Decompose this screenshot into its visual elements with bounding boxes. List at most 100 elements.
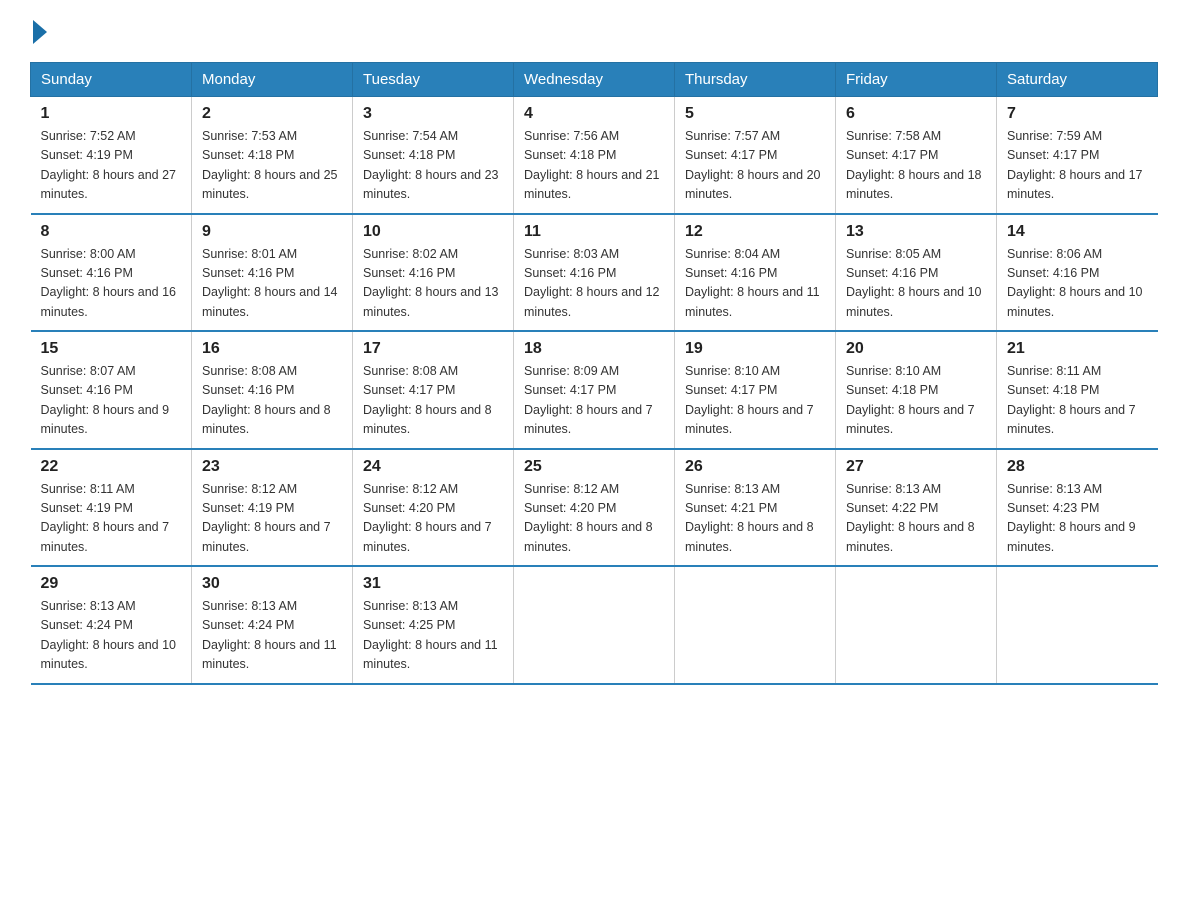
day-info: Sunrise: 8:10 AM Sunset: 4:18 PM Dayligh… [846, 362, 986, 440]
calendar-cell [997, 566, 1158, 684]
day-number: 24 [363, 458, 503, 476]
calendar-cell: 19 Sunrise: 8:10 AM Sunset: 4:17 PM Dayl… [675, 331, 836, 449]
day-info: Sunrise: 7:52 AM Sunset: 4:19 PM Dayligh… [41, 127, 182, 205]
day-info: Sunrise: 8:00 AM Sunset: 4:16 PM Dayligh… [41, 245, 182, 323]
calendar-cell: 31 Sunrise: 8:13 AM Sunset: 4:25 PM Dayl… [353, 566, 514, 684]
calendar-cell: 1 Sunrise: 7:52 AM Sunset: 4:19 PM Dayli… [31, 97, 192, 214]
calendar-cell: 24 Sunrise: 8:12 AM Sunset: 4:20 PM Dayl… [353, 449, 514, 567]
calendar-cell: 5 Sunrise: 7:57 AM Sunset: 4:17 PM Dayli… [675, 97, 836, 214]
day-info: Sunrise: 7:53 AM Sunset: 4:18 PM Dayligh… [202, 127, 342, 205]
calendar-cell: 26 Sunrise: 8:13 AM Sunset: 4:21 PM Dayl… [675, 449, 836, 567]
day-number: 26 [685, 458, 825, 476]
day-number: 17 [363, 340, 503, 358]
day-number: 4 [524, 105, 664, 123]
day-number: 27 [846, 458, 986, 476]
day-number: 1 [41, 105, 182, 123]
calendar-table: SundayMondayTuesdayWednesdayThursdayFrid… [30, 62, 1158, 685]
day-info: Sunrise: 8:03 AM Sunset: 4:16 PM Dayligh… [524, 245, 664, 323]
day-info: Sunrise: 8:12 AM Sunset: 4:20 PM Dayligh… [524, 480, 664, 558]
day-header-monday: Monday [192, 63, 353, 97]
day-number: 2 [202, 105, 342, 123]
logo-arrow-icon [33, 20, 47, 44]
day-number: 29 [41, 575, 182, 593]
day-info: Sunrise: 8:12 AM Sunset: 4:20 PM Dayligh… [363, 480, 503, 558]
day-info: Sunrise: 8:07 AM Sunset: 4:16 PM Dayligh… [41, 362, 182, 440]
calendar-cell: 16 Sunrise: 8:08 AM Sunset: 4:16 PM Dayl… [192, 331, 353, 449]
day-info: Sunrise: 7:57 AM Sunset: 4:17 PM Dayligh… [685, 127, 825, 205]
calendar-cell: 29 Sunrise: 8:13 AM Sunset: 4:24 PM Dayl… [31, 566, 192, 684]
calendar-cell: 28 Sunrise: 8:13 AM Sunset: 4:23 PM Dayl… [997, 449, 1158, 567]
calendar-cell: 12 Sunrise: 8:04 AM Sunset: 4:16 PM Dayl… [675, 214, 836, 332]
day-header-saturday: Saturday [997, 63, 1158, 97]
day-number: 10 [363, 223, 503, 241]
day-info: Sunrise: 7:56 AM Sunset: 4:18 PM Dayligh… [524, 127, 664, 205]
day-number: 11 [524, 223, 664, 241]
calendar-cell: 15 Sunrise: 8:07 AM Sunset: 4:16 PM Dayl… [31, 331, 192, 449]
day-number: 19 [685, 340, 825, 358]
day-info: Sunrise: 7:59 AM Sunset: 4:17 PM Dayligh… [1007, 127, 1148, 205]
day-number: 14 [1007, 223, 1148, 241]
calendar-week-row: 8 Sunrise: 8:00 AM Sunset: 4:16 PM Dayli… [31, 214, 1158, 332]
day-info: Sunrise: 8:05 AM Sunset: 4:16 PM Dayligh… [846, 245, 986, 323]
day-number: 9 [202, 223, 342, 241]
calendar-week-row: 29 Sunrise: 8:13 AM Sunset: 4:24 PM Dayl… [31, 566, 1158, 684]
calendar-cell [836, 566, 997, 684]
logo [30, 20, 50, 44]
day-number: 18 [524, 340, 664, 358]
calendar-cell: 17 Sunrise: 8:08 AM Sunset: 4:17 PM Dayl… [353, 331, 514, 449]
page-header [30, 20, 1158, 44]
calendar-cell: 13 Sunrise: 8:05 AM Sunset: 4:16 PM Dayl… [836, 214, 997, 332]
day-number: 20 [846, 340, 986, 358]
calendar-cell: 21 Sunrise: 8:11 AM Sunset: 4:18 PM Dayl… [997, 331, 1158, 449]
day-info: Sunrise: 7:58 AM Sunset: 4:17 PM Dayligh… [846, 127, 986, 205]
day-info: Sunrise: 8:11 AM Sunset: 4:18 PM Dayligh… [1007, 362, 1148, 440]
day-header-sunday: Sunday [31, 63, 192, 97]
day-info: Sunrise: 8:13 AM Sunset: 4:24 PM Dayligh… [202, 597, 342, 675]
calendar-week-row: 15 Sunrise: 8:07 AM Sunset: 4:16 PM Dayl… [31, 331, 1158, 449]
day-number: 23 [202, 458, 342, 476]
calendar-cell: 3 Sunrise: 7:54 AM Sunset: 4:18 PM Dayli… [353, 97, 514, 214]
day-header-wednesday: Wednesday [514, 63, 675, 97]
calendar-cell: 18 Sunrise: 8:09 AM Sunset: 4:17 PM Dayl… [514, 331, 675, 449]
day-number: 30 [202, 575, 342, 593]
calendar-cell: 7 Sunrise: 7:59 AM Sunset: 4:17 PM Dayli… [997, 97, 1158, 214]
day-info: Sunrise: 8:13 AM Sunset: 4:25 PM Dayligh… [363, 597, 503, 675]
day-number: 3 [363, 105, 503, 123]
day-number: 22 [41, 458, 182, 476]
day-number: 6 [846, 105, 986, 123]
day-number: 12 [685, 223, 825, 241]
calendar-cell: 25 Sunrise: 8:12 AM Sunset: 4:20 PM Dayl… [514, 449, 675, 567]
day-number: 28 [1007, 458, 1148, 476]
calendar-cell: 14 Sunrise: 8:06 AM Sunset: 4:16 PM Dayl… [997, 214, 1158, 332]
day-number: 31 [363, 575, 503, 593]
day-info: Sunrise: 8:12 AM Sunset: 4:19 PM Dayligh… [202, 480, 342, 558]
day-header-friday: Friday [836, 63, 997, 97]
calendar-cell: 27 Sunrise: 8:13 AM Sunset: 4:22 PM Dayl… [836, 449, 997, 567]
calendar-cell: 4 Sunrise: 7:56 AM Sunset: 4:18 PM Dayli… [514, 97, 675, 214]
calendar-cell: 23 Sunrise: 8:12 AM Sunset: 4:19 PM Dayl… [192, 449, 353, 567]
calendar-cell: 11 Sunrise: 8:03 AM Sunset: 4:16 PM Dayl… [514, 214, 675, 332]
calendar-header-row: SundayMondayTuesdayWednesdayThursdayFrid… [31, 63, 1158, 97]
day-info: Sunrise: 8:04 AM Sunset: 4:16 PM Dayligh… [685, 245, 825, 323]
calendar-cell: 8 Sunrise: 8:00 AM Sunset: 4:16 PM Dayli… [31, 214, 192, 332]
day-number: 21 [1007, 340, 1148, 358]
calendar-cell: 10 Sunrise: 8:02 AM Sunset: 4:16 PM Dayl… [353, 214, 514, 332]
calendar-week-row: 1 Sunrise: 7:52 AM Sunset: 4:19 PM Dayli… [31, 97, 1158, 214]
calendar-week-row: 22 Sunrise: 8:11 AM Sunset: 4:19 PM Dayl… [31, 449, 1158, 567]
calendar-cell [514, 566, 675, 684]
day-info: Sunrise: 8:11 AM Sunset: 4:19 PM Dayligh… [41, 480, 182, 558]
day-info: Sunrise: 8:08 AM Sunset: 4:17 PM Dayligh… [363, 362, 503, 440]
day-number: 15 [41, 340, 182, 358]
day-number: 16 [202, 340, 342, 358]
day-info: Sunrise: 7:54 AM Sunset: 4:18 PM Dayligh… [363, 127, 503, 205]
day-info: Sunrise: 8:09 AM Sunset: 4:17 PM Dayligh… [524, 362, 664, 440]
day-number: 13 [846, 223, 986, 241]
day-number: 8 [41, 223, 182, 241]
calendar-cell: 2 Sunrise: 7:53 AM Sunset: 4:18 PM Dayli… [192, 97, 353, 214]
day-info: Sunrise: 8:08 AM Sunset: 4:16 PM Dayligh… [202, 362, 342, 440]
day-info: Sunrise: 8:13 AM Sunset: 4:23 PM Dayligh… [1007, 480, 1148, 558]
calendar-cell: 20 Sunrise: 8:10 AM Sunset: 4:18 PM Dayl… [836, 331, 997, 449]
day-info: Sunrise: 8:10 AM Sunset: 4:17 PM Dayligh… [685, 362, 825, 440]
day-info: Sunrise: 8:13 AM Sunset: 4:24 PM Dayligh… [41, 597, 182, 675]
day-header-thursday: Thursday [675, 63, 836, 97]
